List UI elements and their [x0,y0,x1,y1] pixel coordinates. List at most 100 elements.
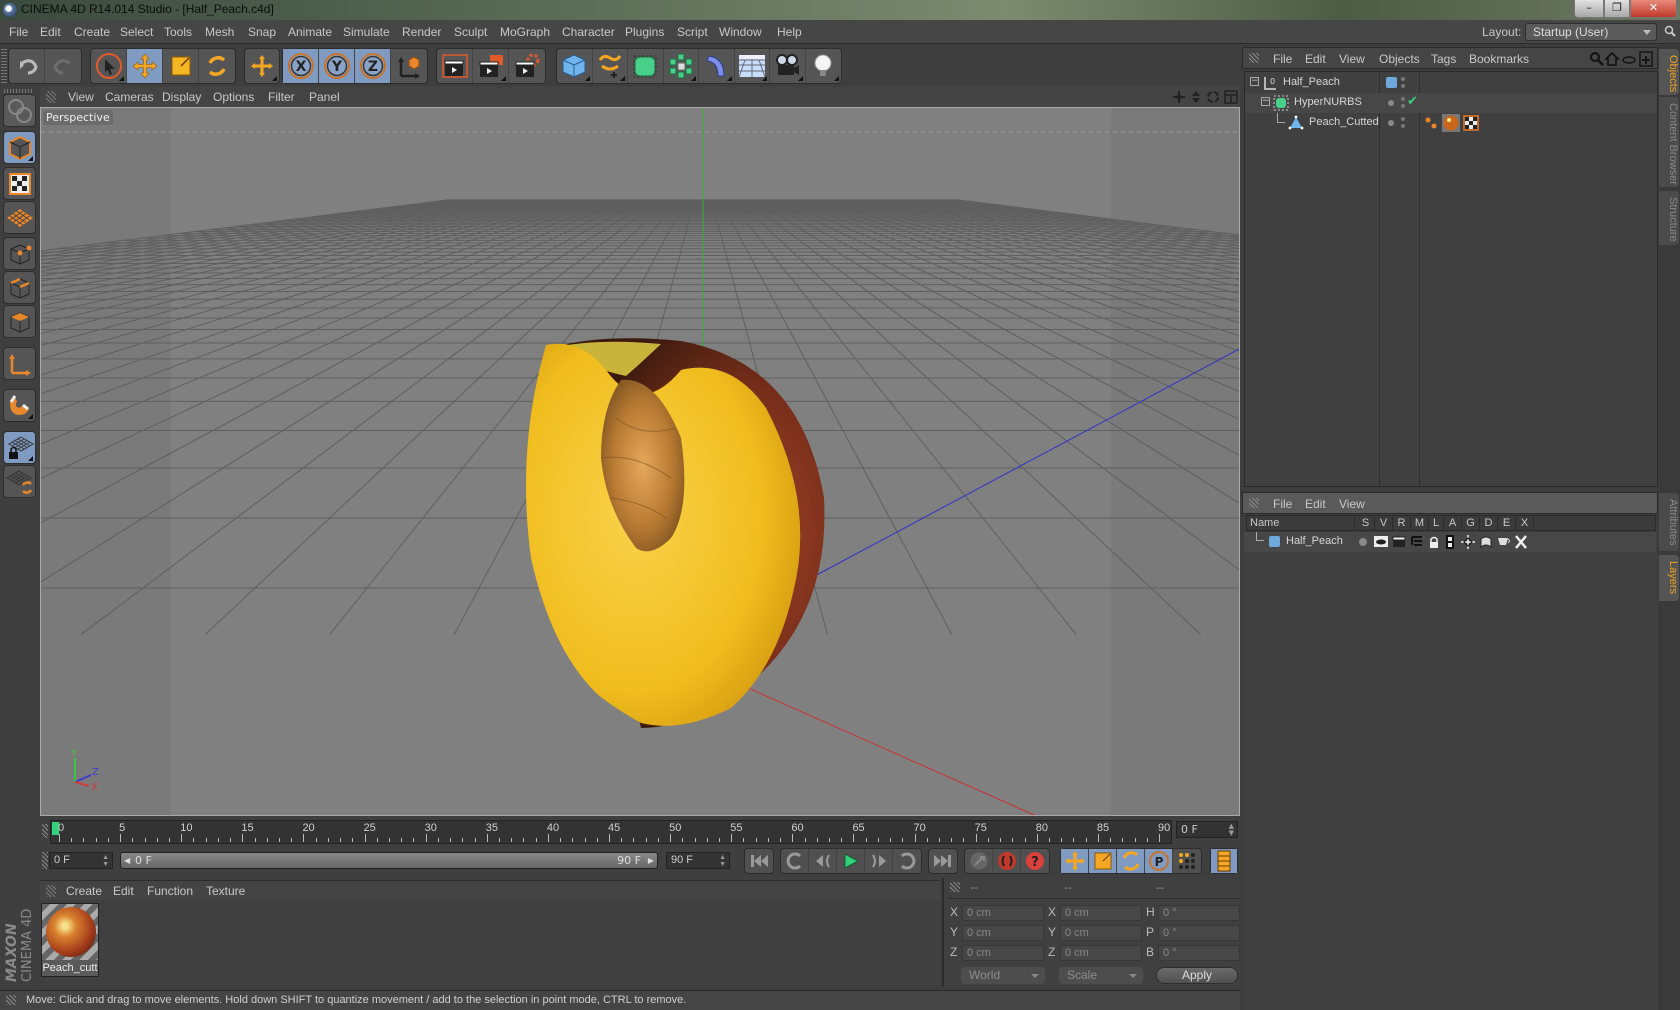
render-view-button[interactable] [437,49,473,83]
menu-simulate[interactable]: Simulate [343,25,390,39]
menu-mesh[interactable]: Mesh [205,25,234,39]
cloner-button[interactable] [664,49,699,83]
column-xref[interactable]: X [1516,517,1534,531]
viewport-menu-cameras[interactable]: Cameras [105,90,154,104]
current-frame-field[interactable]: 0 F ▲ ▼ [1176,821,1238,838]
render-visibility-dot[interactable] [1401,84,1405,88]
render-visibility-dot[interactable] [1401,124,1405,128]
manager-hierarchy-icon[interactable] [1410,536,1424,548]
key-parameter-button[interactable]: P [1145,849,1173,873]
uvw-tag-icon[interactable] [1463,115,1479,131]
dolly-icon[interactable] [1192,91,1200,103]
om-menu-file[interactable]: File [1273,52,1292,66]
menu-character[interactable]: Character [562,25,615,39]
rotate-tool-button[interactable] [199,49,235,83]
light-button[interactable] [806,49,841,83]
keyframe-selection-button[interactable]: ? [1021,849,1049,873]
recent-tool-button[interactable] [245,49,279,83]
deformers-icon[interactable] [1479,535,1493,549]
column-locked[interactable]: L [1429,517,1444,531]
collapse-icon[interactable]: − [1250,77,1259,86]
lm-menu-view[interactable]: View [1339,497,1365,511]
make-editable-button[interactable] [3,94,36,127]
object-row-peach-cutted[interactable]: Peach_Cutted [1245,113,1657,133]
spinner-icon[interactable]: ▲ ▼ [719,854,726,868]
layer-row-half-peach[interactable]: Half_Peach [1244,532,1656,552]
start-frame-field[interactable]: 0 F ▲ ▼ [49,852,113,869]
minimize-button[interactable]: – [1574,0,1604,18]
deformer-button[interactable] [699,49,735,83]
solo-toggle[interactable] [1359,538,1367,546]
menu-create[interactable]: Create [74,25,110,39]
menu-window[interactable]: Window [719,25,762,39]
layout-dropdown[interactable]: Startup (User) [1525,23,1657,41]
range-right-arrow-icon[interactable]: ▶ [648,853,654,868]
om-menu-objects[interactable]: Objects [1379,52,1420,66]
menu-edit[interactable]: Edit [40,25,61,39]
maximize-button[interactable]: ❐ [1604,0,1630,18]
material-tag-icon[interactable] [1442,114,1460,132]
menu-plugins[interactable]: Plugins [625,25,664,39]
xref-icon[interactable] [1515,535,1527,549]
material-menu-edit[interactable]: Edit [113,884,134,898]
lock-icon[interactable] [1428,536,1440,548]
prev-keyframe-button[interactable] [781,849,809,873]
viewport-menu-view[interactable]: View [68,90,94,104]
subdivision-button[interactable] [628,49,664,83]
column-expressions[interactable]: E [1498,517,1516,531]
column-manager[interactable]: M [1411,517,1429,531]
x-axis-lock-button[interactable]: X [283,49,319,83]
pos-z-field[interactable]: 0 cm [962,945,1044,961]
column-name[interactable]: Name [1250,517,1355,531]
collapse-icon[interactable]: − [1261,97,1270,106]
editor-visibility-dot[interactable] [1401,97,1405,101]
redo-button[interactable] [45,49,81,83]
key-pla-button[interactable] [1173,849,1201,873]
column-generators[interactable]: G [1462,517,1480,531]
layer-dot[interactable] [1388,100,1394,106]
pan-icon[interactable] [1173,91,1185,103]
menu-help[interactable]: Help [777,25,802,39]
viewport-menu-display[interactable]: Display [162,90,201,104]
viewport-menu-filter[interactable]: Filter [268,90,295,104]
viewport-grip[interactable] [46,91,56,103]
visible-eye-icon[interactable] [1374,536,1388,547]
edges-mode-button[interactable] [3,271,36,304]
new-window-icon[interactable] [1639,51,1653,67]
size-z-field[interactable]: 0 cm [1060,945,1142,961]
snap-workplane-button[interactable] [3,465,36,498]
column-solo[interactable]: S [1357,517,1375,531]
goto-end-button[interactable] [929,849,957,873]
spinner-icon[interactable]: ▲ ▼ [1229,823,1234,837]
orbit-icon[interactable] [1207,91,1219,103]
tab-objects[interactable]: Objects [1659,49,1679,95]
coordinate-system-button[interactable] [391,49,427,83]
render-picture-viewer-button[interactable] [473,49,509,83]
spinner-icon[interactable]: ▲ ▼ [102,854,109,868]
key-position-button[interactable] [1061,849,1089,873]
range-grip[interactable] [42,852,48,869]
y-axis-lock-button[interactable]: Y [319,49,355,83]
points-mode-button[interactable] [3,237,36,270]
lm-menu-file[interactable]: File [1273,497,1292,511]
3d-viewport[interactable]: Perspective Y Z X [40,107,1240,816]
menu-script[interactable]: Script [677,25,708,39]
material-swatch[interactable]: Peach_cutt [41,903,99,977]
next-frame-button[interactable] [865,849,893,873]
expressions-cup-icon[interactable] [1497,536,1511,548]
size-mode-dropdown[interactable]: Scale [1059,967,1143,984]
peach-model[interactable] [526,338,825,728]
render-settings-button[interactable] [509,49,545,83]
pos-x-field[interactable]: 0 cm [962,905,1044,921]
locked-workplane-button[interactable] [3,431,36,464]
record-active-objects-button[interactable] [965,849,993,873]
enabled-check-icon[interactable]: ✔ [1407,94,1418,109]
editor-visibility-dot[interactable] [1401,117,1405,121]
tab-attributes[interactable]: Attributes [1659,493,1679,551]
material-menu-create[interactable]: Create [66,884,102,898]
rot-p-field[interactable]: 0 ° [1158,925,1240,941]
search-icon[interactable] [1664,25,1676,37]
material-grip[interactable] [46,885,56,897]
menu-tools[interactable]: Tools [164,25,192,39]
key-rotation-button[interactable] [1117,849,1145,873]
